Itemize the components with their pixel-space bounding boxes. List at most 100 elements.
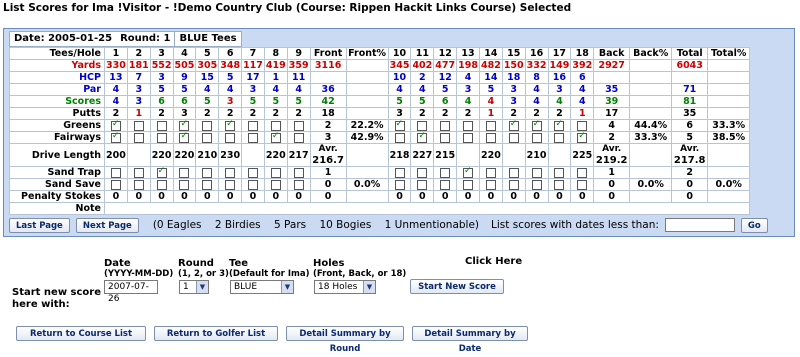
sand-trap-checkbox[interactable] [554, 167, 565, 178]
fairways-checkbox[interactable] [293, 132, 304, 143]
date-input[interactable]: 2007-07-26 [104, 280, 158, 304]
sand-save-checkbox[interactable] [508, 179, 519, 190]
fairways-checkbox[interactable] [531, 132, 542, 143]
sand-trap-checkbox[interactable] [202, 167, 213, 178]
greens-checkbox[interactable] [577, 120, 588, 131]
sand-save-checkbox[interactable] [440, 179, 451, 190]
sand-trap-checkbox[interactable] [463, 166, 474, 178]
note-field[interactable] [103, 202, 751, 215]
sand-save-checkbox[interactable] [270, 179, 281, 190]
tee-select[interactable]: BLUE ▼ [230, 280, 294, 294]
greens-checkbox[interactable] [485, 120, 496, 131]
last-page-button[interactable]: Last Page [9, 217, 70, 233]
sand-trap-checkbox[interactable] [293, 167, 304, 178]
sand-trap-checkbox[interactable] [110, 167, 121, 178]
greens-checkbox[interactable] [247, 120, 258, 131]
drive-cell [456, 143, 480, 167]
greens-checkbox[interactable] [110, 119, 121, 131]
sand-save-checkbox[interactable] [554, 179, 565, 190]
sand-save-checkbox[interactable] [485, 179, 496, 190]
sand-trap-checkbox[interactable] [225, 167, 236, 178]
return-course-list-button[interactable]: Return to Course List [16, 326, 146, 341]
fairways-checkbox[interactable] [156, 132, 167, 143]
sand-trap-checkbox[interactable] [247, 167, 258, 178]
holes-select[interactable]: 18 Holes ▼ [314, 280, 376, 294]
putts-cell-value: 2 [226, 108, 234, 119]
fairways-checkbox[interactable] [577, 131, 588, 143]
sand-trap-checkbox[interactable] [156, 166, 167, 178]
greens-checkbox[interactable] [508, 119, 519, 131]
yards-cell: 345 [387, 59, 412, 72]
fairways-checkbox[interactable] [133, 132, 144, 143]
sand-trap-checkbox[interactable] [577, 167, 588, 178]
fairways-checkbox[interactable] [225, 132, 236, 143]
date-filter-input[interactable] [664, 218, 735, 232]
fairways-checkbox[interactable] [463, 132, 474, 143]
sand-save-checkbox[interactable] [202, 179, 213, 190]
greens-checkbox[interactable] [270, 120, 281, 131]
greens-checkbox[interactable] [156, 120, 167, 131]
greens-checkbox[interactable] [394, 119, 405, 131]
sand-trap-checkbox[interactable] [531, 167, 542, 178]
sand-save-checkbox[interactable] [247, 179, 258, 190]
yards-cell: 482 [478, 59, 503, 72]
sand-save-checkbox[interactable] [577, 179, 588, 190]
greens-checkbox[interactable] [417, 120, 428, 131]
sand-trap-checkbox[interactable] [270, 167, 281, 178]
greens-checkbox[interactable] [440, 120, 451, 131]
fairways-checkbox[interactable] [440, 132, 451, 143]
sand-trap-checkbox[interactable] [179, 167, 190, 178]
fairways-checkbox[interactable] [110, 131, 121, 143]
next-page-button[interactable]: Next Page [75, 217, 139, 233]
sand-save-checkbox[interactable] [156, 179, 167, 190]
sand-save-checkbox[interactable] [110, 179, 121, 190]
start-new-score-button[interactable]: Start New Score [410, 279, 504, 294]
greens-checkbox[interactable] [179, 119, 190, 131]
fairways-checkbox[interactable] [417, 131, 428, 143]
return-golfer-list-button[interactable]: Return to Golfer List [154, 326, 278, 341]
detail-by-date-button[interactable]: Detail Summary by Date [412, 326, 528, 354]
go-button[interactable]: Go [740, 217, 768, 233]
sand-save-checkbox[interactable] [531, 179, 542, 190]
greens-checkbox[interactable] [225, 119, 236, 131]
sand-trap-checkbox[interactable] [394, 167, 405, 178]
putts-cell: 2 [195, 107, 220, 120]
sand-save-checkbox[interactable] [225, 179, 236, 190]
par-cell: 5 [172, 83, 197, 96]
sand-save-checkbox[interactable] [463, 179, 474, 190]
sand-save-checkbox[interactable] [133, 179, 144, 190]
sand-save-checkbox[interactable] [394, 179, 405, 190]
sand-save-checkbox[interactable] [417, 179, 428, 190]
sand-save-checkbox[interactable] [293, 179, 304, 190]
greens-checkbox[interactable] [133, 120, 144, 131]
drive-cell: 220 [478, 143, 503, 167]
greens-checkbox[interactable] [554, 119, 565, 131]
greens-checkbox[interactable] [531, 119, 542, 131]
greens-row: Greens 222.2% 444.4%633.3% [9, 119, 751, 132]
greens-checkbox[interactable] [202, 120, 213, 131]
sand-trap-checkbox[interactable] [485, 167, 496, 178]
sand-save-checkbox[interactable] [179, 179, 190, 190]
sand-trap-checkbox[interactable] [508, 167, 519, 178]
fairways-checkbox[interactable] [394, 132, 405, 143]
fairways-checkbox[interactable] [554, 132, 565, 143]
greens-label: Greens [9, 119, 105, 132]
fairways-checkbox[interactable] [485, 132, 496, 143]
fairways-checkbox[interactable] [179, 131, 190, 143]
scores-cell: 5 [286, 95, 311, 108]
detail-by-round-button[interactable]: Detail Summary by Round [286, 326, 404, 354]
sand-trap-checkbox[interactable] [440, 167, 451, 178]
sand-save-cell [547, 178, 572, 191]
round-select[interactable]: 1 ▼ [179, 280, 209, 294]
fairways-checkbox[interactable] [270, 131, 281, 143]
fairways-checkbox[interactable] [508, 132, 519, 143]
sand-trap-checkbox[interactable] [417, 167, 428, 178]
summary-eagles: (0 Eagles [152, 219, 202, 231]
hole-header: 12 [433, 47, 458, 60]
fairways-checkbox[interactable] [202, 132, 213, 143]
sand-trap-checkbox[interactable] [133, 167, 144, 178]
sand-save-cell [218, 178, 243, 191]
greens-checkbox[interactable] [293, 120, 304, 131]
fairways-checkbox[interactable] [247, 132, 258, 143]
greens-checkbox[interactable] [463, 120, 474, 131]
